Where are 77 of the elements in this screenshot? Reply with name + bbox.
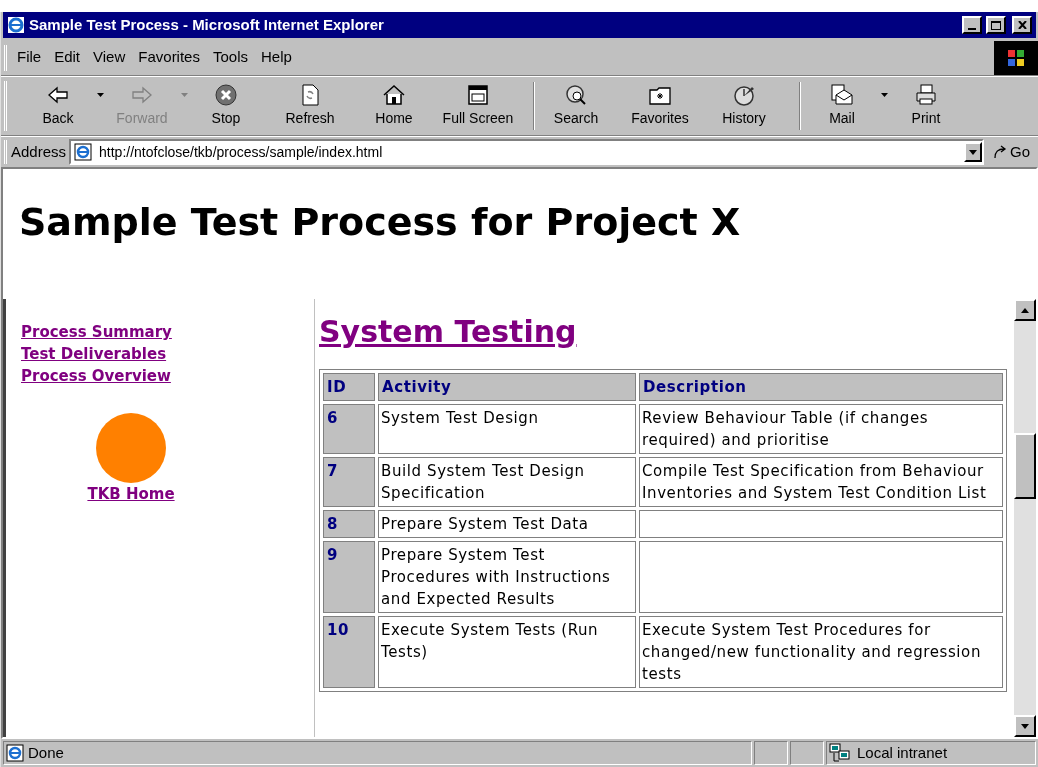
toolbar-button[interactable]: Full Screen — [443, 80, 513, 132]
column-header: ID — [323, 372, 375, 401]
caret-icon — [969, 149, 977, 155]
address-field[interactable]: http://ntofclose/tkb/process/sample/index.html — [69, 139, 984, 165]
caret-icon — [96, 93, 104, 97]
status-panel — [754, 741, 788, 765]
dropdown-button[interactable] — [964, 142, 982, 162]
caret-icon — [180, 93, 188, 97]
circle-icon — [96, 413, 166, 483]
id-cell: 10 — [323, 615, 375, 688]
table-cell: Prepare System Test Procedures with Instructions and Expected Results — [378, 540, 636, 613]
nav-link[interactable]: Test Deliverables — [21, 343, 167, 365]
nav-link[interactable]: Process Summary — [21, 321, 172, 343]
scroll-down-button[interactable] — [1014, 715, 1036, 737]
table-cell: Prepare System Test Data — [378, 509, 636, 538]
browser-icon — [7, 16, 25, 34]
id-cell: 6 — [323, 403, 375, 454]
section-heading[interactable]: System Testing — [319, 313, 577, 351]
menu-item[interactable]: Tools — [212, 46, 248, 69]
toolbar-button[interactable]: Home — [359, 80, 429, 132]
toolbar-button[interactable]: Favorites — [625, 80, 695, 132]
zone-panel: Local intranet — [826, 741, 1036, 765]
printer-icon — [914, 83, 938, 107]
status-panel — [790, 741, 824, 765]
table-cell: Build System Test Design Specification — [378, 456, 636, 507]
page-icon — [6, 744, 24, 762]
toolbar-button[interactable]: History — [709, 80, 779, 132]
toolbar-button[interactable]: Search — [541, 80, 611, 132]
minimize-button[interactable] — [962, 16, 982, 34]
toolbar-button[interactable]: Refresh — [275, 80, 345, 132]
scroll-thumb[interactable] — [1014, 433, 1036, 499]
minimize-icon — [968, 28, 976, 30]
close-icon — [1017, 21, 1027, 29]
network-icon — [829, 743, 851, 763]
toolbar-button[interactable]: Mail — [807, 80, 877, 132]
id-cell: 9 — [323, 540, 375, 613]
table-cell: System Test Design — [378, 403, 636, 454]
menu-item[interactable]: View — [93, 46, 126, 69]
go-button[interactable]: Go — [984, 139, 1038, 165]
history-icon — [732, 83, 756, 107]
page-heading: Sample Test Process for Project X — [19, 203, 742, 241]
address-label: Address — [11, 141, 67, 162]
mail-icon — [830, 83, 854, 107]
toolbar-button[interactable]: Print — [891, 80, 961, 132]
nav-link[interactable]: Process Overview — [21, 365, 171, 387]
scrollbar[interactable] — [1014, 299, 1036, 737]
column-header: Activity — [378, 372, 636, 401]
id-cell: 7 — [323, 456, 375, 507]
go-arrow-icon — [992, 144, 1008, 160]
windows-logo-icon — [1007, 48, 1025, 67]
scroll-up-button[interactable] — [1014, 299, 1036, 321]
home-icon — [382, 83, 406, 107]
table-cell: Execute System Tests (Run Tests) — [378, 615, 636, 688]
table-cell: Compile Test Specification from Behaviour Inventories and System Test Condition List — [639, 456, 1003, 507]
down-arrow-icon — [1021, 723, 1029, 729]
page-icon — [74, 143, 93, 161]
window-icon — [466, 83, 490, 107]
window-title: Sample Test Process - Microsoft Internet Explorer — [29, 14, 384, 35]
table-cell: Execute System Test Procedures for changed/new functionality and regression tests — [639, 615, 1003, 688]
menu-item[interactable]: Edit — [54, 46, 81, 69]
search-icon — [564, 83, 588, 107]
table-cell: Review Behaviour Table (if changes required) and prioritise — [639, 403, 1003, 454]
up-arrow-icon — [1021, 307, 1029, 313]
column-header: Description — [639, 372, 1003, 401]
home-link[interactable]: TKB Home — [87, 483, 175, 506]
toolbar-button[interactable]: Back — [23, 80, 93, 132]
id-cell: 8 — [323, 509, 375, 538]
caret-icon — [880, 93, 888, 97]
menu-item[interactable]: File — [17, 46, 42, 69]
menu-item[interactable]: Favorites — [138, 46, 200, 69]
maximize-button[interactable] — [986, 16, 1006, 34]
maximize-icon — [991, 20, 1001, 30]
toolbar-button[interactable]: Stop — [191, 80, 261, 132]
menu-item[interactable]: Help — [261, 46, 292, 69]
stop-icon — [214, 83, 238, 107]
close-button[interactable] — [1012, 16, 1032, 34]
status-panel: Done — [3, 741, 752, 765]
